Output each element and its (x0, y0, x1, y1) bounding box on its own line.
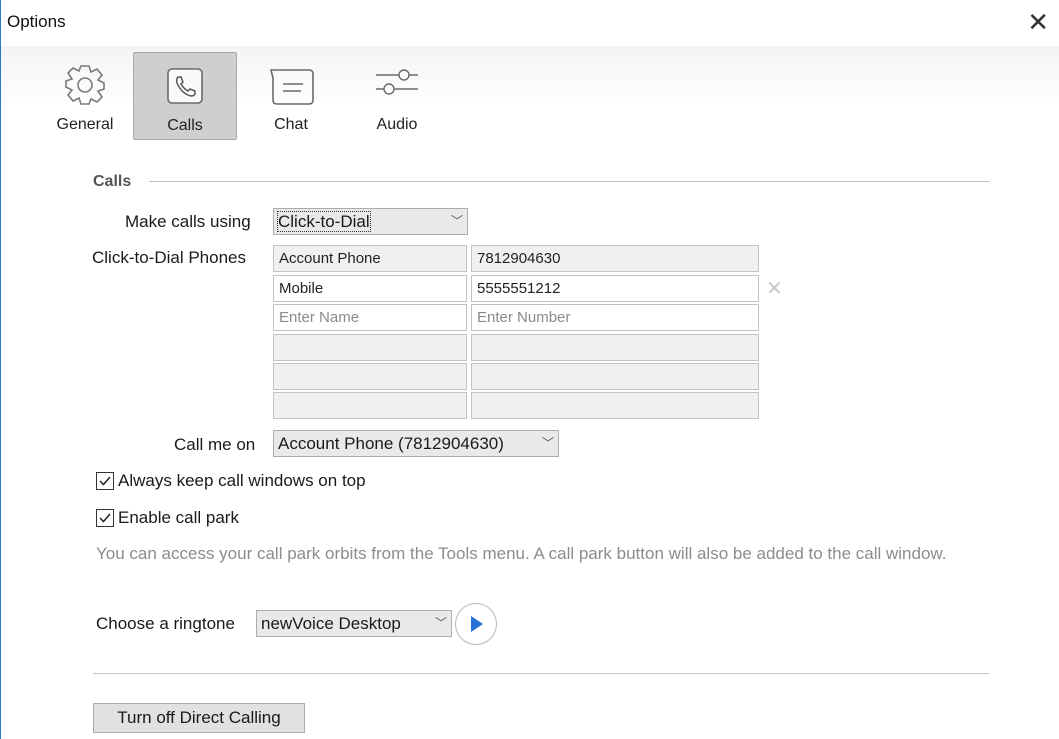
new-phone-number-input[interactable]: Enter Number (471, 304, 759, 331)
tab-general-label: General (56, 116, 114, 133)
ringtone-select[interactable]: newVoice Desktop ﹀ (256, 610, 452, 637)
tab-audio-label: Audio (376, 116, 418, 133)
call-park-hint: You can access your call park orbits fro… (96, 544, 947, 563)
empty-name-cell (273, 392, 467, 419)
enable-call-park-checkbox[interactable] (96, 509, 114, 527)
ringtone-value: newVoice Desktop (261, 614, 401, 633)
tab-calls-label: Calls (167, 117, 203, 134)
phone-number-cell: 7812904630 (471, 245, 759, 272)
phone-name-cell: Account Phone (273, 245, 467, 272)
empty-number-cell (471, 334, 759, 361)
tab-general[interactable]: General (33, 52, 137, 140)
close-icon[interactable]: ✕ (1027, 7, 1049, 37)
sliders-icon (376, 69, 418, 95)
options-toolbar: General Calls Chat Audio (1, 46, 1059, 146)
phone-name-input[interactable]: Mobile (273, 275, 467, 302)
tab-chat[interactable]: Chat (239, 52, 343, 140)
keep-on-top-checkbox[interactable] (96, 472, 114, 490)
tab-calls[interactable]: Calls (133, 52, 237, 140)
ringtone-label: Choose a ringtone (96, 614, 235, 633)
bottom-divider (93, 673, 989, 674)
call-me-on-select[interactable]: Account Phone (7812904630) ﹀ (273, 430, 559, 457)
keep-on-top-label: Always keep call windows on top (118, 471, 366, 490)
empty-name-cell (273, 334, 467, 361)
play-icon (471, 616, 483, 632)
phone-number-input[interactable]: 5555551212 (471, 275, 759, 302)
section-title-calls: Calls (93, 173, 132, 190)
new-phone-name-input[interactable]: Enter Name (273, 304, 467, 331)
empty-number-cell (471, 363, 759, 390)
checkmark-icon (99, 476, 111, 486)
options-window: Options ✕ General Calls Chat Audio Calls… (0, 0, 1059, 739)
make-calls-label: Make calls using (125, 212, 251, 231)
chevron-down-icon: ﹀ (450, 214, 463, 228)
checkmark-icon (99, 513, 111, 523)
enable-call-park-label: Enable call park (118, 508, 239, 527)
chevron-down-icon: ﹀ (541, 436, 554, 450)
tab-chat-label: Chat (274, 116, 308, 133)
window-title: Options (7, 12, 66, 31)
tab-audio[interactable]: Audio (345, 52, 449, 140)
title-bar: Options ✕ (1, 0, 1059, 46)
turn-off-direct-calling-button[interactable]: Turn off Direct Calling (93, 703, 305, 733)
call-me-on-value: Account Phone (7812904630) (278, 434, 504, 453)
chevron-down-icon: ﹀ (434, 616, 447, 630)
empty-name-cell (273, 363, 467, 390)
section-divider (149, 181, 989, 182)
delete-phone-icon[interactable]: ✕ (766, 276, 783, 301)
chat-bubble-icon (269, 69, 314, 105)
call-me-on-label: Call me on (174, 435, 256, 454)
make-calls-value: Click-to-Dial (277, 211, 371, 232)
phone-icon (167, 68, 203, 104)
empty-number-cell (471, 392, 759, 419)
play-ringtone-button[interactable] (455, 603, 497, 645)
click-to-dial-phones-label: Click-to-Dial Phones (92, 248, 246, 267)
gear-icon (65, 65, 105, 105)
make-calls-select[interactable]: Click-to-Dial ﹀ (273, 208, 468, 235)
